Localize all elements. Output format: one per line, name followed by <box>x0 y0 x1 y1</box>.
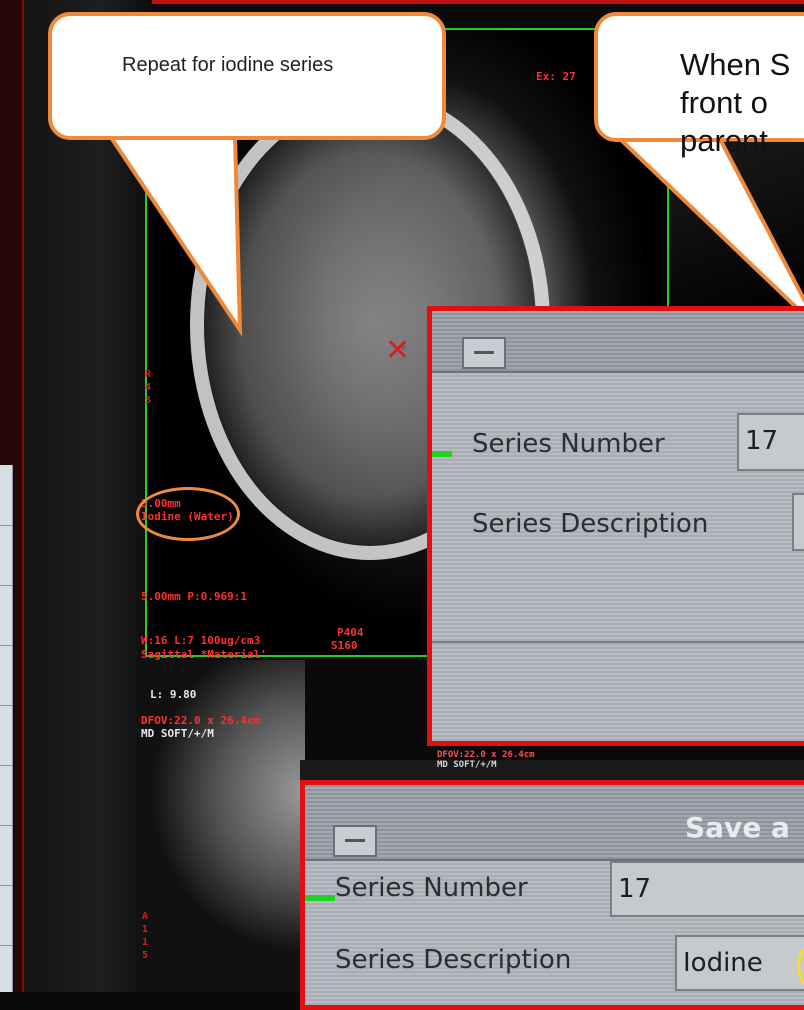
series-number-label: Series Number <box>335 873 528 903</box>
window-level: W:16 L:7 100ug/cm3 <box>141 634 261 647</box>
series-description-field[interactable]: Iodine <box>675 935 804 991</box>
panel-row <box>0 705 12 706</box>
dialog-title: Save a <box>685 811 790 844</box>
minimize-button[interactable] <box>333 825 377 857</box>
panel-row <box>0 825 12 826</box>
dfov-readout: DFOV:22.0 x 26.4cm <box>141 714 261 727</box>
panel-row <box>0 645 12 646</box>
series-code: S160 <box>331 639 358 652</box>
orientation-marks-top: R 4 3 <box>145 369 152 406</box>
recon-readout-small: MD SOFT/+/M <box>437 760 497 770</box>
save-series-dialog-top: Series Number 17 Series Description <box>427 306 804 746</box>
panel-row <box>0 765 12 766</box>
recon-readout: MD SOFT/+/M <box>141 727 214 740</box>
panel-row <box>0 585 12 586</box>
callout-right-tail <box>615 136 804 318</box>
exam-label: Ex: 27 <box>536 70 576 83</box>
panel-row <box>0 525 12 526</box>
series-description-field[interactable] <box>792 493 804 551</box>
callout-left-text: Repeat for iodine series <box>122 54 334 76</box>
green-marker <box>432 451 452 457</box>
panel-row <box>0 885 12 886</box>
callout-left-tail <box>106 133 243 337</box>
series-number-field[interactable]: 17 <box>737 413 804 471</box>
scan-viewport-lower[interactable] <box>145 660 305 992</box>
green-marker <box>305 895 335 901</box>
series-description-label: Series Description <box>335 945 572 975</box>
callout-right-text: When S front o parent <box>680 47 791 158</box>
crosshair-marker-icon: ✕ <box>385 333 411 368</box>
side-code: P404 <box>337 626 364 639</box>
series-number-field[interactable]: 17 <box>610 861 804 917</box>
dialog-divider <box>432 641 804 643</box>
dfov-readout-small: DFOV:22.0 x 26.4cm <box>437 750 535 760</box>
minimize-button[interactable] <box>462 337 506 369</box>
callout-right: When S front o parent <box>594 12 804 158</box>
save-series-dialog-bottom: Save a Series Number 17 Series Descripti… <box>300 780 804 1010</box>
view-label: Sagittal *Material' <box>141 648 267 661</box>
panel-row <box>0 945 12 946</box>
side-panel-list[interactable] <box>0 465 13 992</box>
series-number-label: Series Number <box>472 429 665 459</box>
dialog-titlebar[interactable]: Save a <box>305 785 804 861</box>
level-readout: L: 9.80 <box>150 688 197 701</box>
series-description-label: Series Description <box>472 509 709 539</box>
highlight-oval <box>136 487 240 541</box>
slice-info: 5.00mm P:0.969:1 <box>141 590 247 603</box>
dialog-titlebar[interactable] <box>432 311 804 373</box>
callout-left: Repeat for iodine series <box>48 12 446 140</box>
orientation-marks-bottom: A 1 1 5 <box>142 911 149 961</box>
